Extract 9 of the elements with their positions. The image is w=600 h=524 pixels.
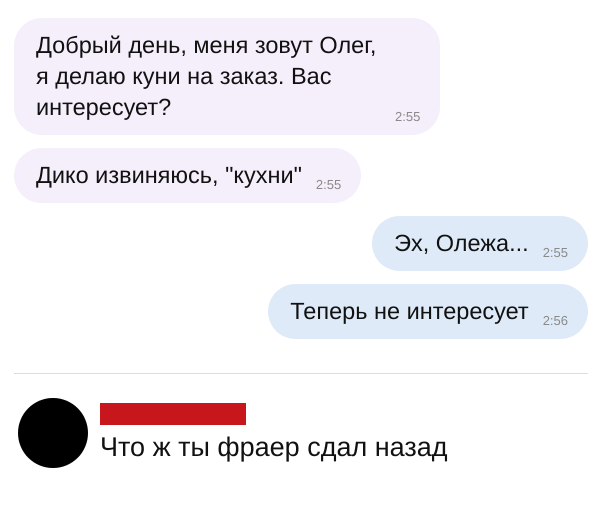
comment-text: Что ж ты фраер сдал назад (100, 431, 448, 464)
message-time: 2:55 (316, 176, 342, 194)
message-time: 2:55 (542, 244, 568, 262)
message-time: 2:55 (395, 108, 420, 126)
message-time: 2:56 (542, 312, 568, 330)
message-text: Теперь не интересует (290, 297, 529, 326)
message-text: Эх, Олежа... (394, 229, 529, 258)
message-text: Добрый день, меня зовут Олег, я делаю куни на заказ. Вас интересует? (36, 31, 378, 122)
message-text: Дико извиняюсь, "кухни" (36, 161, 302, 190)
